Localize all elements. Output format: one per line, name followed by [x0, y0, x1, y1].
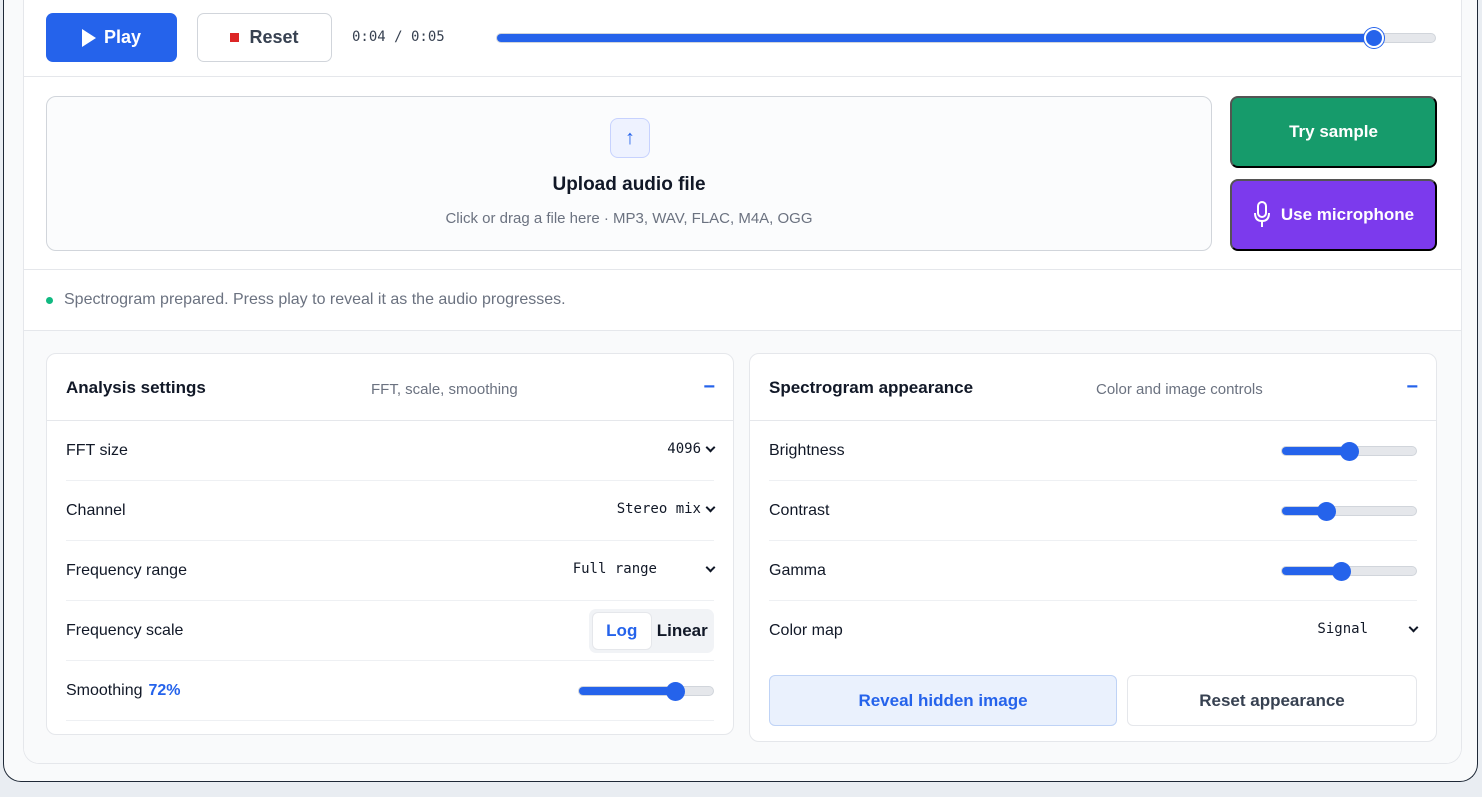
scale-option-linear[interactable]: Linear — [654, 612, 712, 650]
frequency-range-value: Full range — [572, 561, 657, 577]
appearance-collapse-button[interactable]: − — [1406, 376, 1418, 399]
gamma-row: Gamma — [769, 541, 1417, 601]
frequency-range-row: Frequency range Full range — [66, 541, 716, 601]
color-map-row: Color map Signal — [769, 601, 1419, 661]
time-display: 0:04 / 0:05 — [352, 29, 445, 45]
brightness-slider-fill — [1282, 447, 1349, 455]
frequency-scale-toggle: Log Linear — [589, 609, 714, 653]
smoothing-row: Smoothing 72% — [66, 661, 714, 721]
app-window: Play Reset 0:04 / 0:05 ↑ Upload audio fi… — [3, 0, 1478, 782]
frequency-range-label: Frequency range — [66, 562, 187, 579]
color-map-select[interactable]: Signal — [1317, 621, 1419, 637]
status-row: Spectrogram prepared. Press play to reve… — [24, 270, 1461, 331]
analysis-panel-header[interactable]: Analysis settings FFT, scale, smoothing … — [47, 354, 733, 421]
gamma-slider[interactable] — [1281, 561, 1417, 581]
reset-appearance-label: Reset appearance — [1199, 690, 1345, 710]
chevron-down-icon — [705, 562, 716, 572]
fft-size-row: FFT size 4096 — [66, 421, 716, 481]
fft-size-value: 4096 — [667, 441, 701, 457]
frequency-range-select[interactable]: Full range — [572, 561, 716, 577]
use-microphone-label: Use microphone — [1280, 205, 1415, 224]
fft-size-select[interactable]: 4096 — [667, 441, 716, 457]
settings-area: Analysis settings FFT, scale, smoothing … — [24, 331, 1461, 763]
main-card: Play Reset 0:04 / 0:05 ↑ Upload audio fi… — [23, 0, 1462, 764]
analysis-panel-subtitle: FFT, scale, smoothing — [371, 381, 518, 398]
frequency-scale-row: Frequency scale Log Linear — [66, 601, 714, 661]
channel-value: Stereo mix — [616, 501, 701, 517]
play-label: Play — [103, 27, 142, 47]
appearance-panel-header[interactable]: Spectrogram appearance Color and image c… — [750, 354, 1436, 421]
upload-title: Upload audio file — [552, 174, 706, 195]
analysis-collapse-button[interactable]: − — [703, 376, 715, 399]
appearance-panel-subtitle: Color and image controls — [1096, 381, 1263, 398]
smoothing-label: Smoothing — [66, 682, 143, 699]
use-microphone-button[interactable]: Use microphone — [1230, 179, 1437, 251]
status-text: Spectrogram prepared. Press play to reve… — [64, 291, 566, 308]
reset-label: Reset — [249, 27, 299, 47]
contrast-slider[interactable] — [1281, 501, 1417, 521]
player-bar: Play Reset 0:04 / 0:05 — [24, 0, 1461, 77]
brightness-row: Brightness — [769, 421, 1417, 481]
chevron-down-icon — [705, 502, 716, 512]
try-sample-label: Try sample — [1289, 122, 1378, 141]
reveal-hidden-image-label: Reveal hidden image — [858, 690, 1028, 710]
upload-dropzone[interactable]: ↑ Upload audio file Click or drag a file… — [46, 96, 1212, 251]
fft-size-label: FFT size — [66, 442, 128, 459]
upload-subtitle: Click or drag a file here · MP3, WAV, FL… — [445, 210, 813, 227]
analysis-settings-panel: Analysis settings FFT, scale, smoothing … — [46, 353, 734, 735]
scale-option-log[interactable]: Log — [592, 612, 652, 650]
appearance-panel-title: Spectrogram appearance — [769, 378, 974, 397]
seek-fill — [497, 34, 1375, 42]
status-indicator — [46, 297, 53, 304]
brightness-slider-handle[interactable] — [1340, 441, 1359, 461]
brightness-slider[interactable] — [1281, 441, 1417, 461]
seek-slider[interactable] — [496, 28, 1436, 48]
channel-row: Channel Stereo mix — [66, 481, 716, 541]
color-map-value: Signal — [1317, 621, 1368, 637]
channel-select[interactable]: Stereo mix — [616, 501, 716, 517]
play-button[interactable]: Play — [46, 13, 177, 62]
reveal-hidden-image-button[interactable]: Reveal hidden image — [769, 675, 1117, 726]
contrast-slider-handle[interactable] — [1317, 501, 1337, 521]
chevron-down-icon — [705, 442, 716, 452]
chevron-down-icon — [1408, 622, 1419, 632]
seek-handle[interactable] — [1364, 28, 1385, 48]
gamma-label: Gamma — [769, 562, 826, 579]
upload-row: ↑ Upload audio file Click or drag a file… — [24, 77, 1461, 270]
spectrogram-appearance-panel: Spectrogram appearance Color and image c… — [749, 353, 1437, 742]
try-sample-button[interactable]: Try sample — [1230, 96, 1437, 168]
play-icon — [81, 28, 96, 47]
stop-icon — [230, 33, 240, 42]
smoothing-slider-handle[interactable] — [666, 681, 686, 701]
gamma-slider-handle[interactable] — [1331, 561, 1351, 581]
color-map-label: Color map — [769, 622, 843, 639]
channel-label: Channel — [66, 502, 126, 519]
microphone-icon — [1253, 201, 1270, 227]
contrast-label: Contrast — [769, 502, 830, 519]
contrast-row: Contrast — [769, 481, 1417, 541]
analysis-panel-title: Analysis settings — [66, 378, 206, 397]
reset-button[interactable]: Reset — [197, 13, 332, 62]
smoothing-slider-fill — [579, 687, 676, 695]
brightness-label: Brightness — [769, 442, 845, 459]
smoothing-label-group: Smoothing 72% — [66, 682, 181, 700]
reset-appearance-button[interactable]: Reset appearance — [1127, 675, 1417, 726]
frequency-scale-label: Frequency scale — [66, 622, 184, 639]
upload-arrow-icon: ↑ — [610, 118, 650, 158]
smoothing-value: 72% — [148, 682, 181, 699]
smoothing-slider[interactable] — [578, 681, 714, 701]
